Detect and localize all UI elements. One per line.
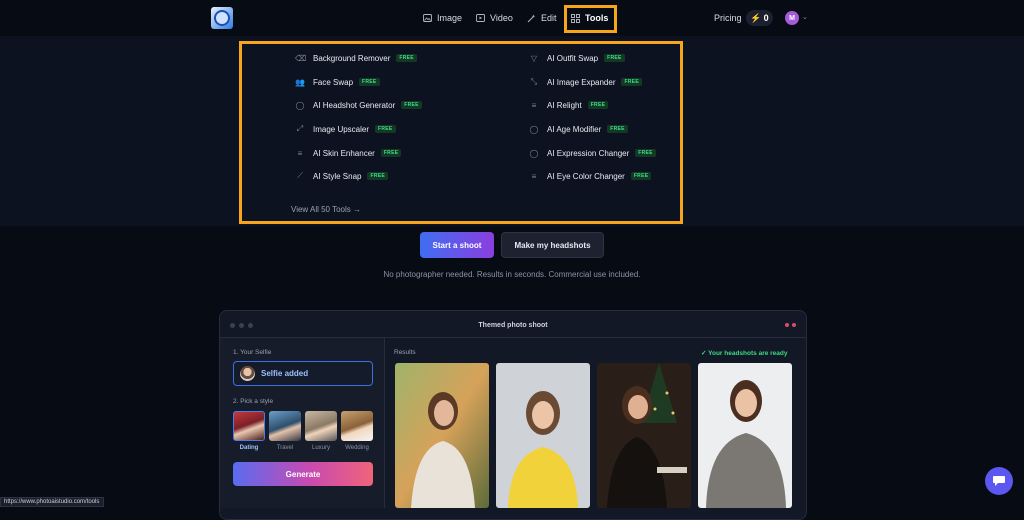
chat-widget-button[interactable] [985, 467, 1013, 495]
app-logo[interactable] [211, 7, 233, 29]
nav-video-label: Video [490, 13, 513, 23]
browser-status-bar: https://www.photoaistudio.com/tools [0, 497, 105, 507]
style-travel[interactable] [269, 411, 301, 441]
nav-pricing[interactable]: Pricing [714, 13, 742, 23]
result-photo[interactable] [395, 363, 489, 508]
dropdown-highlight-box [239, 41, 683, 224]
demo-card-title: Themed photo shoot [478, 322, 548, 329]
magic-wand-icon [526, 13, 536, 23]
video-icon [475, 13, 485, 23]
style-dating[interactable] [233, 411, 265, 441]
style-label-wedding: Wedding [345, 445, 369, 451]
style-label-luxury: Luxury [311, 445, 330, 451]
window-status-dots [785, 323, 796, 327]
nav-edit[interactable]: Edit [526, 10, 557, 26]
step1-label: 1. Your Selfie [233, 349, 272, 356]
credits-count: 0 [763, 13, 769, 23]
results-label: Results [394, 349, 416, 356]
hero-subtext: No photographer needed. Results in secon… [383, 270, 641, 279]
chat-bubble-icon [993, 476, 1005, 486]
panel-divider [384, 338, 385, 508]
style-wedding[interactable] [341, 411, 373, 441]
result-photo[interactable] [698, 363, 792, 508]
result-photo[interactable] [496, 363, 590, 508]
selfie-thumbnail [240, 366, 255, 381]
image-icon [422, 13, 432, 23]
chevron-down-icon[interactable]: ⌄ [802, 13, 808, 21]
nav-image[interactable]: Image [422, 10, 462, 26]
camera-lens-icon [214, 10, 230, 26]
style-label-dating: Dating [239, 445, 259, 451]
result-photo[interactable] [597, 363, 691, 508]
generate-button[interactable]: Generate [233, 462, 373, 486]
nav-video[interactable]: Video [475, 10, 513, 26]
style-luxury[interactable] [305, 411, 337, 441]
style-label-travel: Travel [276, 445, 294, 451]
user-avatar[interactable]: M [785, 11, 799, 25]
step2-label: 2. Pick a style [233, 398, 274, 405]
nav-edit-label: Edit [541, 13, 557, 23]
selfie-upload[interactable]: Selfie added [233, 361, 373, 386]
selfie-status: Selfie added [261, 369, 309, 378]
lightning-icon: ⚡ [750, 12, 762, 23]
start-shoot-button[interactable]: Start a shoot [420, 232, 494, 258]
make-headshots-button[interactable]: Make my headshots [501, 232, 604, 258]
credits-badge[interactable]: ⚡ 0 [746, 10, 773, 26]
ready-status: ✓ Your headshots are ready [701, 350, 788, 357]
tools-highlight-box [564, 5, 617, 33]
nav-image-label: Image [437, 13, 463, 23]
